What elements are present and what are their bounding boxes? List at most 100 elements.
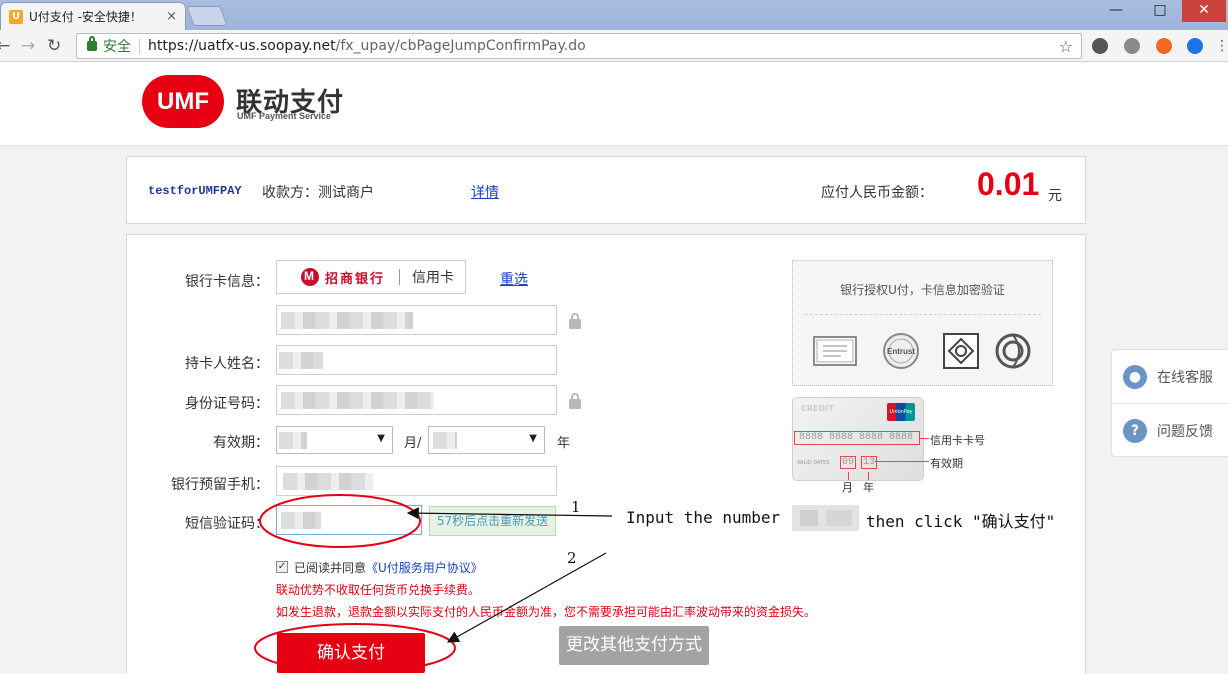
fee-notice: 联动优势不收取任何货币兑换手续费。 <box>276 583 481 597</box>
resend-sms-button[interactable]: 57秒后点击重新发送 <box>429 506 556 536</box>
annotation-text-before: Input the number <box>626 508 781 527</box>
question-bubble-icon: ? <box>1123 419 1147 443</box>
expiry-pointer <box>875 461 929 462</box>
extension-bug-icon[interactable] <box>1092 38 1108 54</box>
secure-label: 安全 <box>103 39 131 55</box>
agreement-text: 已阅读并同意《U付服务用户协议》 <box>294 559 483 576</box>
extension-orange-icon[interactable] <box>1156 38 1172 54</box>
month-note: 月 <box>842 481 853 494</box>
extension-globe-icon[interactable] <box>1124 38 1140 54</box>
reserved-phone-input[interactable] <box>276 466 557 496</box>
year-note: 年 <box>863 481 874 494</box>
change-payment-method-button[interactable]: 更改其他支付方式 <box>559 626 709 665</box>
order-detail-link[interactable]: 详情 <box>471 182 499 202</box>
masked-expiry-year <box>433 432 457 449</box>
security-certification-panel: 银行授权U付，卡信息加密验证 Entrust <box>792 260 1053 386</box>
id-number-label: 身份证号码： <box>185 396 269 412</box>
forward-arrow-icon[interactable]: → <box>21 36 35 56</box>
confirm-payment-button[interactable]: 确认支付 <box>277 633 425 673</box>
step-2-number: 2 <box>567 549 577 567</box>
certificate-icon <box>813 336 857 366</box>
feedback-label: 问题反馈 <box>1157 424 1213 440</box>
site-favicon-icon: U <box>9 9 23 24</box>
extension-blue-icon[interactable] <box>1187 38 1203 54</box>
card-sample-brand: CREDIT <box>801 404 834 413</box>
certification-divider <box>805 314 1041 315</box>
browser-toolbar: ← → ↻ 安全 https://uatfx-us.soopay.net /fx… <box>0 30 1228 62</box>
back-arrow-icon[interactable]: ← <box>0 36 10 56</box>
sample-valid-dates-label: VALID DATES <box>797 460 830 466</box>
card-number-input[interactable] <box>276 305 557 335</box>
sms-code-input[interactable] <box>276 505 422 535</box>
umf-logo: UMF <box>142 75 224 128</box>
window-maximize-button[interactable]: □ <box>1138 0 1182 22</box>
sample-card-number: 8888 8888 8888 8888 <box>794 431 920 445</box>
order-summary: testforUMFPAY 收款方：测试商户 详情 应付人民币金额： 0.01 … <box>126 156 1086 224</box>
refund-notice: 如发生退款，退款金额以实际支付的人民币金额为准，您不需要承担可能由汇率波动带来的… <box>276 605 817 619</box>
dropdown-arrow-icon: ▼ <box>377 433 385 444</box>
online-service-label: 在线客服 <box>1157 369 1213 386</box>
customer-service-avatar-icon: ● <box>1123 364 1147 389</box>
annotation-text-after: then click "确认支付" <box>866 512 1056 531</box>
certification-title: 银行授权U付，卡信息加密验证 <box>840 283 1005 297</box>
agree-checkbox[interactable]: ✓ <box>276 561 288 573</box>
security-badge-icon <box>943 333 979 369</box>
agreement-prefix: 已阅读并同意 <box>294 561 367 575</box>
bank-name: 招商银行 <box>325 271 386 287</box>
url-path: /fx_upay/cbPageJumpConfirmPay.do <box>335 38 586 54</box>
masked-expiry-month <box>279 432 307 449</box>
bank-card-label: 银行卡信息： <box>185 274 269 290</box>
url-host: https://uatfx-us.soopay.net <box>148 38 336 54</box>
service-agreement-link[interactable]: 《U付服务用户协议》 <box>366 561 483 575</box>
browser-tab-bar: U U付支付 -安全快捷！ × — □ ✕ <box>0 0 1228 30</box>
cmb-bank-logo-icon <box>301 268 319 286</box>
expiry-month-select[interactable]: ▼ <box>276 426 393 454</box>
sms-code-label: 短信验证码： <box>185 516 269 532</box>
window-close-button[interactable]: ✕ <box>1182 0 1226 22</box>
card-sample-image: CREDIT UnionPay 8888 8888 8888 8888 VALI… <box>792 397 924 481</box>
card-number-note: 信用卡卡号 <box>930 434 985 447</box>
new-tab-button[interactable] <box>186 6 228 26</box>
bookmark-star-icon[interactable]: ☆ <box>1059 37 1073 56</box>
online-service-button[interactable]: ● 在线客服 <box>1112 350 1228 404</box>
masked-id-number <box>281 392 434 409</box>
window-minimize-button[interactable]: — <box>1094 0 1138 22</box>
bank-divider <box>399 269 401 285</box>
month-unit: 月/ <box>404 436 422 451</box>
page-header: UMF 联动支付 UMF Payment Service <box>0 62 1228 146</box>
sample-expiry-month: 09 <box>840 456 856 469</box>
reserved-phone-label: 银行预留手机： <box>171 477 269 493</box>
id-number-lock-icon <box>569 393 581 409</box>
merchant-id: testforUMFPAY <box>148 184 242 198</box>
expiry-note: 有效期 <box>930 457 963 470</box>
payment-form: 银行卡信息： 招商银行 信用卡 重选 持卡人姓名： 身份证号码： 有效期： ▼ … <box>126 234 1086 674</box>
address-bar[interactable]: 安全 https://uatfx-us.soopay.net /fx_upay/… <box>76 33 1082 59</box>
step-1-number: 1 <box>571 498 581 516</box>
cardholder-name-label: 持卡人姓名： <box>185 356 269 372</box>
masked-sms-code <box>281 512 321 529</box>
currency-unit: 元 <box>1048 188 1062 204</box>
card-type: 信用卡 <box>412 270 455 286</box>
svg-text:Entrust: Entrust <box>887 347 915 356</box>
browser-tab[interactable]: U U付支付 -安全快捷！ × <box>0 2 186 30</box>
entrust-seal-icon: Entrust <box>883 333 919 369</box>
card-number-lock-icon <box>569 313 581 329</box>
feedback-button[interactable]: ? 问题反馈 <box>1112 404 1228 458</box>
year-unit: 年 <box>557 436 571 451</box>
reload-icon[interactable]: ↻ <box>47 36 61 56</box>
logo-english-name: UMF Payment Service <box>237 111 332 121</box>
id-number-input[interactable] <box>276 385 557 415</box>
tab-close-icon[interactable]: × <box>166 9 177 24</box>
swirl-logo-icon <box>995 333 1031 369</box>
browser-menu-icon[interactable]: ⋮ <box>1214 38 1228 54</box>
selected-bank-card: 招商银行 信用卡 <box>276 260 466 294</box>
amount-label: 应付人民币金额： <box>821 185 933 201</box>
expiry-year-select[interactable]: ▼ <box>428 426 545 454</box>
cardholder-name-input[interactable] <box>276 345 557 375</box>
expiry-label: 有效期： <box>213 435 269 451</box>
reselect-card-link[interactable]: 重选 <box>500 269 528 289</box>
tab-title: U付支付 -安全快捷！ <box>29 10 142 24</box>
secure-lock-icon <box>87 36 97 51</box>
payment-amount: 0.01 <box>977 166 1040 202</box>
dropdown-arrow-icon: ▼ <box>529 433 537 444</box>
